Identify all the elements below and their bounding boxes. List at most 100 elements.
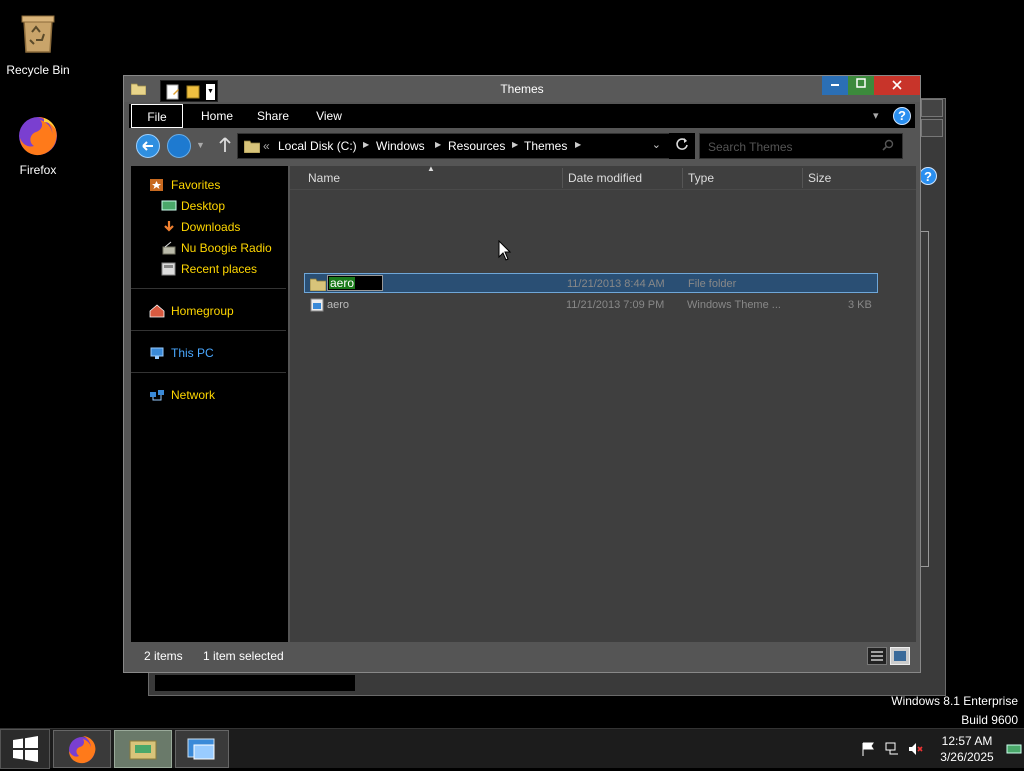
row-type: Windows Theme ... <box>687 299 781 311</box>
recycle-bin-icon <box>21 15 55 53</box>
navigation-pane: Favorites Desktop Downloads Nu Boogie Ra… <box>131 166 288 642</box>
address-history-chevron-icon[interactable]: ⌄ <box>652 138 661 151</box>
crumb-local-disk[interactable]: Local Disk (C:) <box>278 139 357 153</box>
details-view-icon <box>871 651 883 661</box>
row-date-modified: 11/21/2013 8:44 AM <box>567 278 665 290</box>
volume-muted-icon[interactable] <box>907 741 923 757</box>
up-button[interactable] <box>217 136 233 156</box>
remote-desktop-icon <box>187 738 215 760</box>
recycle-bin-shortcut[interactable]: Recycle Bin <box>0 10 76 77</box>
radio-icon <box>162 241 176 255</box>
taskbar-firefox[interactable] <box>53 730 111 768</box>
crumb-separator-icon[interactable]: ▶ <box>363 140 369 149</box>
crumb-resources[interactable]: Resources <box>448 139 505 153</box>
sort-ascending-icon: ▲ <box>427 164 435 173</box>
details-view-button[interactable] <box>867 647 887 665</box>
selected-count: 1 item selected <box>203 649 284 663</box>
search-box[interactable]: Search Themes <box>699 133 903 159</box>
refresh-button[interactable] <box>669 133 695 159</box>
desktop: Recycle Bin Firefox ? ▼ Themes File Home… <box>0 0 1024 728</box>
nav-favorites[interactable]: Favorites <box>131 175 288 195</box>
window-title: Themes <box>500 82 544 96</box>
large-icons-view-button[interactable] <box>890 647 910 665</box>
windows-logo-icon <box>13 736 38 762</box>
tab-share[interactable]: Share <box>247 104 299 128</box>
expand-ribbon-icon[interactable]: ▾ <box>873 109 887 123</box>
nav-homegroup[interactable]: Homegroup <box>131 301 288 321</box>
firefox-icon <box>69 736 96 764</box>
nav-separator <box>131 372 286 373</box>
nav-recent-places[interactable]: Recent places <box>131 259 288 279</box>
clock-date: 3/26/2025 <box>940 750 994 764</box>
taskbar: 12:57 AM 3/26/2025 <box>0 728 1024 769</box>
column-date-modified[interactable]: Date modified <box>568 171 642 185</box>
crumb-themes[interactable]: Themes <box>524 139 567 153</box>
forward-button[interactable] <box>167 134 191 158</box>
nav-this-pc-label: This PC <box>171 346 214 360</box>
tab-home[interactable]: Home <box>191 104 243 128</box>
taskbar-remote-desktop[interactable] <box>175 730 229 768</box>
column-divider[interactable] <box>802 168 803 188</box>
background-help-icon[interactable]: ? <box>919 167 937 185</box>
recent-locations-icon[interactable]: ▼ <box>196 140 205 150</box>
overflow-chevron[interactable]: « <box>263 139 270 153</box>
show-desktop-icon[interactable] <box>1005 741 1023 757</box>
os-edition: Windows 8.1 Enterprise <box>891 694 1018 708</box>
column-type[interactable]: Type <box>688 171 714 185</box>
crumb-separator-icon[interactable]: ▶ <box>575 140 581 149</box>
crumb-separator-icon[interactable]: ▶ <box>435 140 441 149</box>
address-bar[interactable]: « Local Disk (C:) ▶ Windows ▶ Resources … <box>237 133 670 159</box>
nav-separator <box>131 288 286 289</box>
minimize-button[interactable] <box>822 76 848 95</box>
computer-icon <box>150 347 164 359</box>
theme-file-icon <box>310 298 324 312</box>
large-icons-view-icon <box>894 651 906 661</box>
start-button[interactable] <box>0 729 50 769</box>
recycle-bin-label: Recycle Bin <box>6 63 70 77</box>
action-center-flag-icon[interactable] <box>860 741 876 757</box>
ribbon-tabs: File Home Share View ▾ ? <box>129 104 915 128</box>
close-button[interactable] <box>874 76 920 95</box>
maximize-button[interactable] <box>848 76 874 95</box>
mouse-cursor-icon <box>498 240 512 261</box>
crumb-windows[interactable]: Windows <box>376 139 425 153</box>
clock[interactable]: 12:57 AM 3/26/2025 <box>930 733 1004 765</box>
downloads-icon <box>164 221 174 232</box>
nav-nu-boogie-radio-label: Nu Boogie Radio <box>181 241 272 255</box>
row-name: aero <box>327 299 350 311</box>
file-row[interactable]: aero 11/21/2013 8:44 AM File folder <box>304 273 878 293</box>
help-icon[interactable]: ? <box>893 107 911 125</box>
tab-view[interactable]: View <box>303 104 355 128</box>
nav-desktop-label: Desktop <box>181 199 226 213</box>
back-button[interactable] <box>136 134 160 158</box>
nav-this-pc[interactable]: This PC <box>131 343 288 363</box>
title-bar[interactable]: ▼ Themes <box>124 76 920 102</box>
explorer-window: ▼ Themes File Home Share View ▾ ? ▼ « Lo… <box>123 75 921 673</box>
file-row[interactable]: aero 11/21/2013 7:09 PM Windows Theme ..… <box>304 295 878 315</box>
close-icon <box>892 80 902 90</box>
column-name[interactable]: Name <box>308 171 340 185</box>
rename-input[interactable]: aero <box>327 275 383 291</box>
firefox-shortcut[interactable]: Firefox <box>0 110 76 177</box>
column-size[interactable]: Size <box>808 171 831 185</box>
folder-icon <box>310 278 326 291</box>
taskbar-file-explorer[interactable] <box>114 730 172 768</box>
column-divider[interactable] <box>562 168 563 188</box>
network-status-icon[interactable] <box>884 741 900 757</box>
background-window-bar <box>155 675 355 691</box>
nav-network[interactable]: Network <box>131 385 288 405</box>
nav-network-label: Network <box>171 388 216 402</box>
nav-downloads[interactable]: Downloads <box>131 217 288 237</box>
item-count: 2 items <box>144 649 183 663</box>
tab-file[interactable]: File <box>131 104 183 128</box>
crumb-separator-icon[interactable]: ▶ <box>512 140 518 149</box>
column-headers: ▲ Name Date modified Type Size <box>290 164 916 190</box>
desktop-icon <box>161 200 177 211</box>
back-arrow-icon <box>142 141 153 151</box>
nav-nu-boogie-radio[interactable]: Nu Boogie Radio <box>131 238 288 258</box>
status-bar: 2 items 1 item selected <box>129 644 915 668</box>
row-date-modified: 11/21/2013 7:09 PM <box>566 299 665 311</box>
search-icon <box>882 139 894 151</box>
column-divider[interactable] <box>682 168 683 188</box>
nav-desktop[interactable]: Desktop <box>131 196 288 216</box>
